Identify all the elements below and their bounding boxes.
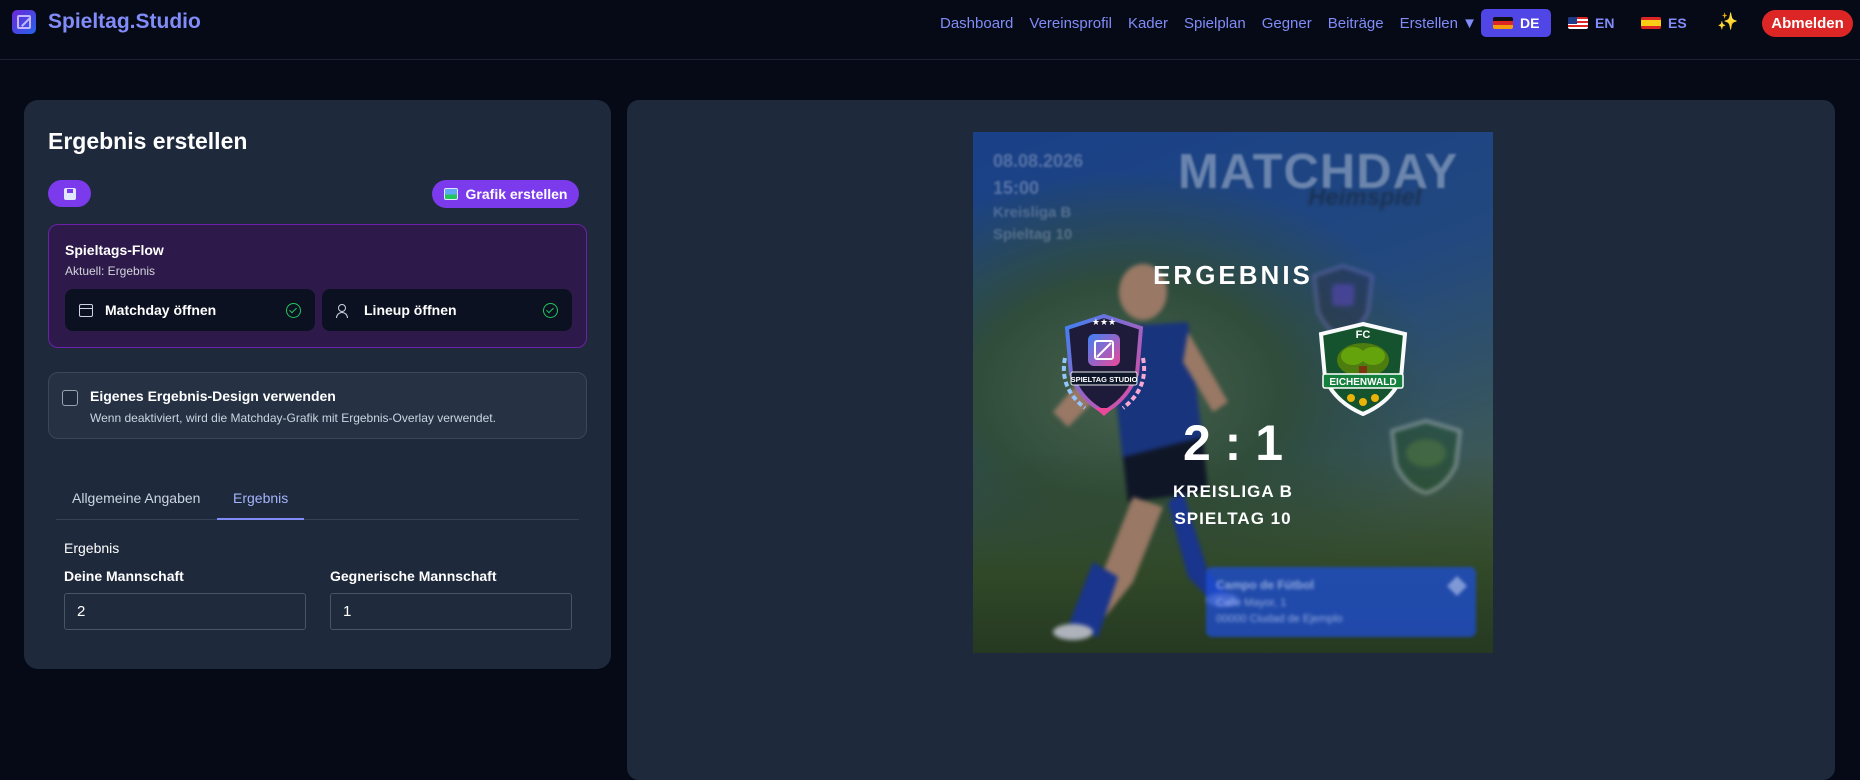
- matchday-flow-box: Spieltags-Flow Aktuell: Ergebnis Matchda…: [48, 224, 587, 348]
- image-icon: [443, 188, 458, 200]
- score-display: 2 : 1: [1182, 415, 1284, 471]
- open-matchday-button[interactable]: Matchday öffnen: [65, 289, 315, 331]
- nav-link-dashboard[interactable]: Dashboard: [940, 15, 1013, 32]
- nav-link-erstellen-dropdown[interactable]: Erstellen ▼: [1400, 15, 1477, 32]
- calendar-icon: [79, 303, 93, 317]
- venue-name: Campo de Fútbol: [1216, 578, 1314, 592]
- open-matchday-label: Matchday öffnen: [105, 302, 217, 318]
- background-league-info: Kreisliga B Spieltag 10: [993, 202, 1072, 246]
- create-graphic-button[interactable]: Grafik erstellen: [432, 180, 579, 208]
- nav-link-kader[interactable]: Kader: [1128, 15, 1168, 32]
- league-info: KREISLIGA B SPIELTAG 10: [973, 478, 1493, 532]
- open-lineup-label: Lineup öffnen: [364, 302, 457, 318]
- background-date-time: 08.08.2026 15:00: [993, 148, 1083, 202]
- tab-ergebnis[interactable]: Ergebnis: [217, 480, 305, 520]
- custom-design-option: Eigenes Ergebnis-Design verwenden Wenn d…: [48, 372, 587, 439]
- editor-tabs: Allgemeine Angaben Ergebnis: [56, 480, 579, 520]
- open-lineup-button[interactable]: Lineup öffnen: [322, 289, 572, 331]
- language-de-button[interactable]: DE: [1481, 9, 1552, 37]
- language-en-label: EN: [1595, 15, 1615, 31]
- page-title: Ergebnis erstellen: [48, 128, 248, 154]
- usa-flag-icon: [1568, 17, 1588, 29]
- users-icon: [336, 303, 352, 318]
- location-pin-icon: [1447, 576, 1467, 596]
- opponent-score-input[interactable]: 1: [330, 593, 572, 630]
- brand[interactable]: Spieltag.Studio: [12, 10, 201, 34]
- brand-logo-icon: [12, 10, 36, 34]
- svg-text:★★★: ★★★: [1092, 318, 1116, 328]
- background-date: 08.08.2026: [993, 151, 1084, 171]
- result-heading: ERGEBNIS: [1153, 260, 1313, 290]
- nav-links: Dashboard Vereinsprofil Kader Spielplan …: [940, 0, 1477, 46]
- language-en-button[interactable]: EN: [1556, 9, 1626, 37]
- nav-link-gegner[interactable]: Gegner: [1262, 15, 1312, 32]
- spain-flag-icon: [1641, 17, 1661, 29]
- brand-name: Spieltag.Studio: [48, 10, 201, 33]
- venue-street: Calle Mayor, 1: [1216, 597, 1287, 609]
- preview-panel: 08.08.2026 15:00 Kreisliga B Spieltag 10…: [627, 100, 1835, 780]
- opponent-label: Gegnerische Mannschaft: [330, 568, 497, 584]
- nav-link-spielplan[interactable]: Spielplan: [1184, 15, 1246, 32]
- background-time: 15:00: [993, 178, 1040, 198]
- away-crest-name-text: EICHENWALD: [1329, 377, 1396, 388]
- top-navigation: Spieltag.Studio Dashboard Vereinsprofil …: [0, 0, 1860, 60]
- result-graphic-preview: 08.08.2026 15:00 Kreisliga B Spieltag 10…: [973, 132, 1493, 653]
- venue-box: Campo de Fútbol Calle Mayor, 1 00000 Ciu…: [1206, 567, 1476, 637]
- custom-design-hint: Wenn deaktiviert, wird die Matchday-Graf…: [90, 411, 496, 425]
- custom-design-label[interactable]: Eigenes Ergebnis-Design verwenden: [90, 388, 336, 404]
- sparkle-icon[interactable]: ✨: [1717, 12, 1738, 32]
- background-matchday: Spieltag 10: [993, 226, 1073, 243]
- home-team-crest: ★★★ SPIELTAG STUDIO: [1055, 308, 1153, 420]
- background-heimspiel-subtitle: Heimspiel: [1308, 184, 1422, 211]
- own-team-label: Deine Mannschaft: [64, 568, 184, 584]
- background-league: Kreisliga B: [993, 204, 1072, 221]
- language-es-button[interactable]: ES: [1629, 9, 1699, 37]
- language-es-label: ES: [1668, 15, 1687, 31]
- floppy-disk-icon: [63, 187, 76, 200]
- nav-link-vereinsprofil[interactable]: Vereinsprofil: [1029, 15, 1112, 32]
- check-circle-icon: [543, 302, 558, 318]
- nav-link-beitraege[interactable]: Beiträge: [1328, 15, 1384, 32]
- flow-subtitle: Aktuell: Ergebnis: [65, 264, 156, 278]
- own-team-score-input[interactable]: 2: [64, 593, 306, 630]
- home-crest-text: SPIELTAG STUDIO: [1071, 375, 1138, 384]
- flow-title: Spieltags-Flow: [65, 242, 164, 258]
- league-name: KREISLIGA B: [1173, 482, 1293, 501]
- tab-allgemeine-angaben[interactable]: Allgemeine Angaben: [56, 480, 216, 520]
- create-graphic-label: Grafik erstellen: [465, 186, 568, 202]
- away-crest-top-text: FC: [1356, 329, 1371, 341]
- germany-flag-icon: [1493, 17, 1513, 29]
- spieltag-studio-crest-icon: ★★★ SPIELTAG STUDIO: [1062, 313, 1146, 416]
- venue-city: 00000 Ciudad de Ejemplo: [1216, 613, 1343, 625]
- editor-panel: Ergebnis erstellen Grafik erstellen Spie…: [24, 100, 611, 669]
- matchday-number: SPIELTAG 10: [1174, 509, 1292, 528]
- eichenwald-crest-icon: FC EICHENWALD: [1318, 321, 1408, 417]
- result-section-title: Ergebnis: [64, 540, 120, 556]
- away-team-crest: FC EICHENWALD: [1313, 318, 1413, 418]
- custom-design-checkbox[interactable]: [62, 390, 78, 406]
- language-de-label: DE: [1520, 15, 1540, 31]
- save-button[interactable]: [48, 180, 91, 207]
- check-circle-icon: [286, 302, 301, 318]
- logout-button[interactable]: Abmelden: [1762, 10, 1853, 37]
